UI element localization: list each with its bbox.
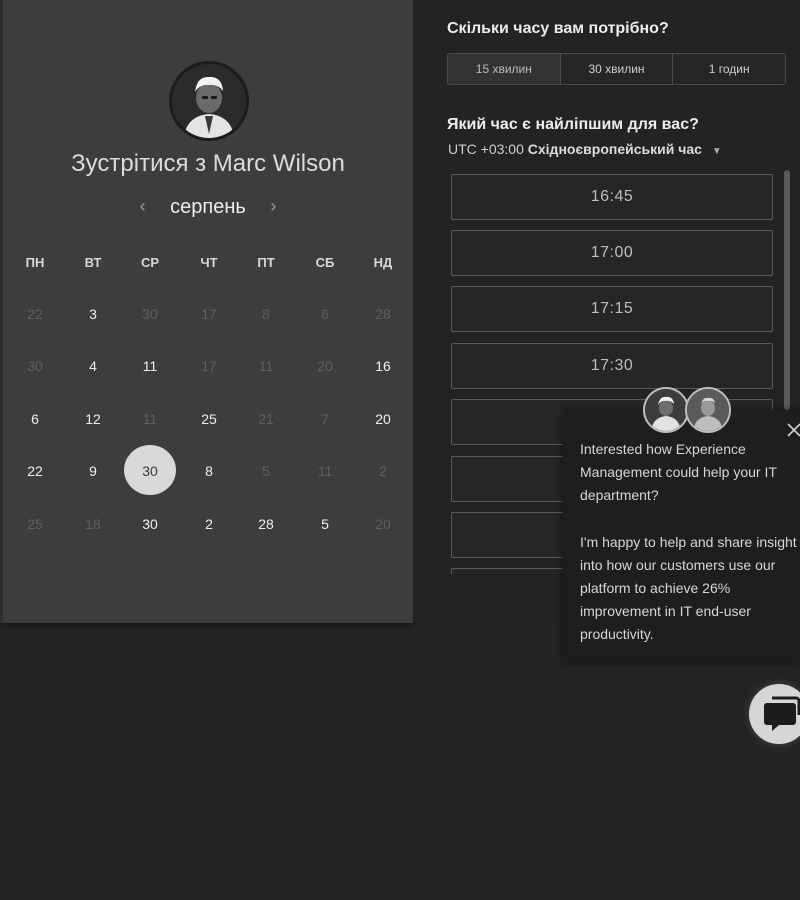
host-avatar — [169, 61, 249, 141]
calendar-day[interactable]: 5 — [300, 516, 350, 532]
calendar-day[interactable]: 16 — [358, 358, 408, 374]
duration-15min-button[interactable]: 15 хвилин — [448, 54, 561, 84]
calendar-day: 22 — [27, 306, 43, 322]
calendar-day[interactable]: 11 — [125, 358, 175, 374]
calendar-day: 6 — [321, 306, 329, 322]
calendar-day: 28 — [375, 306, 391, 322]
time-slot-button[interactable]: 17:15 — [451, 286, 773, 332]
calendar-day: 2 — [379, 463, 387, 479]
duration-heading: Скільки часу вам потрібно? — [447, 20, 669, 37]
calendar-day[interactable]: 6 — [10, 411, 60, 427]
calendar-day: 17 — [201, 306, 217, 322]
duration-30min-button[interactable]: 30 хвилин — [560, 54, 674, 84]
calendar-day: 5 — [262, 463, 270, 479]
calendar-day[interactable]: 28 — [241, 516, 291, 532]
calendar-day[interactable]: 30 — [125, 516, 175, 532]
time-slot-button[interactable]: 17:30 — [451, 343, 773, 389]
chat-popup: Interested how Experience Management cou… — [563, 410, 800, 663]
calendar-day: 18 — [85, 516, 101, 532]
weekday-label: ПТ — [257, 255, 275, 270]
calendar-day[interactable]: 3 — [68, 306, 118, 322]
timezone-dropdown[interactable]: UTC +03:00 Східноєвропейський час ▼ — [448, 141, 722, 157]
calendar-day[interactable]: 25 — [184, 411, 234, 427]
chat-launcher-button[interactable] — [749, 684, 800, 744]
chevron-right-icon[interactable]: › — [261, 196, 285, 217]
calendar-day: 30 — [27, 358, 43, 374]
calendar-day: 20 — [317, 358, 333, 374]
chat-message-1: Interested how Experience Management cou… — [580, 441, 777, 504]
calendar-day: 11 — [317, 463, 333, 479]
calendar-day[interactable]: 8 — [184, 463, 234, 479]
time-slot-button[interactable]: 17:00 — [451, 230, 773, 276]
agent-avatar-1 — [643, 387, 689, 433]
weekday-label: НД — [373, 255, 393, 270]
calendar-day: 20 — [375, 516, 391, 532]
month-navigation: ‹ серпень › — [0, 196, 416, 219]
calendar-day[interactable]: 12 — [68, 411, 118, 427]
time-heading: Який час є найліпшим для вас? — [447, 116, 699, 133]
timezone-name: Східноєвропейський час — [527, 141, 702, 157]
weekday-label: СБ — [315, 255, 335, 270]
chevron-left-icon[interactable]: ‹ — [131, 196, 155, 217]
time-slot-button[interactable]: 16:45 — [451, 174, 773, 220]
weekday-label: СР — [140, 255, 160, 270]
calendar-day[interactable]: 20 — [358, 411, 408, 427]
month-label: серпень — [170, 196, 246, 218]
chat-bubble-icon — [764, 696, 800, 731]
chat-message-2: I'm happy to help and share insight into… — [580, 533, 797, 643]
meeting-title: Зустрітися з Marc Wilson — [71, 150, 345, 177]
calendar-day: 11 — [258, 358, 274, 374]
calendar-day: 25 — [27, 516, 43, 532]
weekday-label: ЧТ — [200, 255, 218, 270]
agent-avatar-2 — [685, 387, 731, 433]
slot-list-scrollbar[interactable] — [784, 170, 790, 410]
caret-down-icon: ▼ — [711, 146, 722, 157]
duration-1hour-button[interactable]: 1 годин — [673, 54, 785, 84]
calendar-day[interactable]: 2 — [184, 516, 234, 532]
calendar-day[interactable]: 22 — [10, 463, 60, 479]
calendar-day[interactable]: 9 — [68, 463, 118, 479]
calendar-day: 8 — [262, 306, 270, 322]
calendar-day: 11 — [142, 411, 158, 427]
calendar-day: 30 — [142, 306, 158, 322]
calendar-day: 7 — [321, 411, 329, 427]
close-icon[interactable] — [785, 421, 800, 439]
weekday-label: ВТ — [84, 255, 102, 270]
timezone-offset: UTC +03:00 — [448, 141, 524, 157]
calendar-day[interactable]: 4 — [68, 358, 118, 374]
calendar-day: 21 — [258, 411, 274, 427]
calendar-day: 17 — [201, 358, 217, 374]
calendar-day-selected[interactable]: 30 — [125, 463, 175, 479]
weekday-label: ПН — [25, 255, 45, 270]
duration-selector: 15 хвилин 30 хвилин 1 годин — [447, 53, 786, 85]
